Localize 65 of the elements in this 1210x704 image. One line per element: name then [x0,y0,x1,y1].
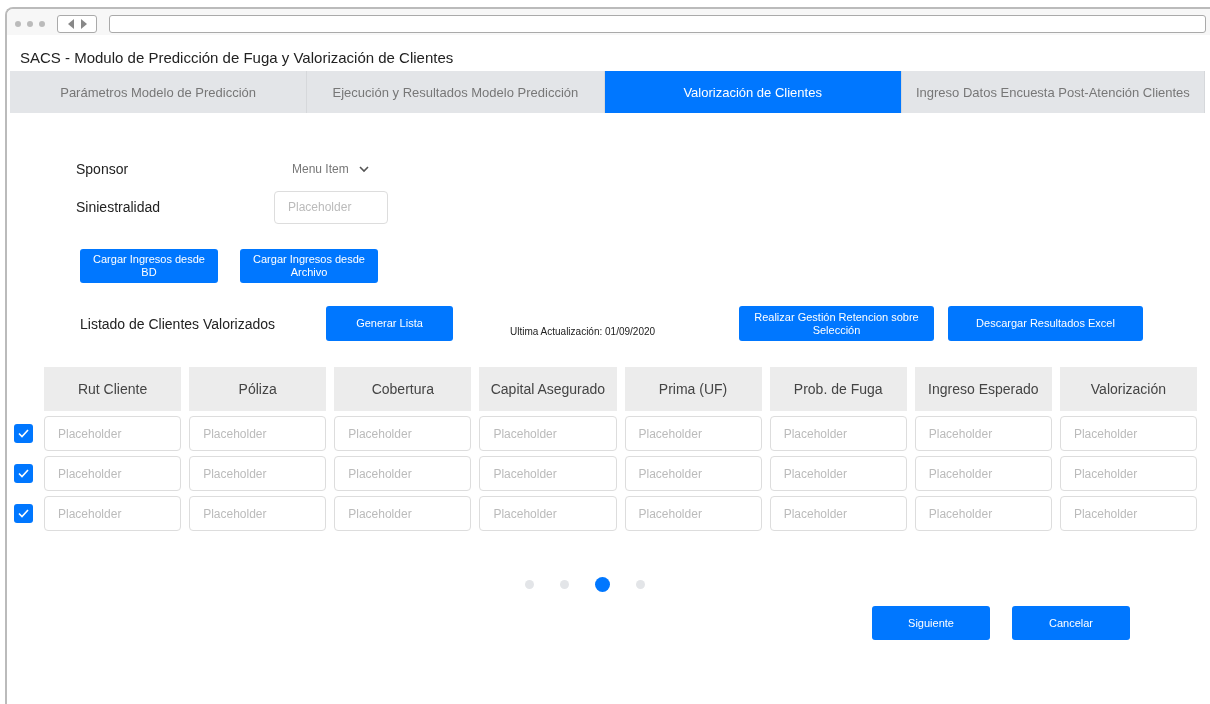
column-header: Póliza [189,367,327,411]
page-dot[interactable] [559,580,569,589]
action-button[interactable]: Realizar Gestión Retencion sobre Selección [739,306,934,341]
input-field[interactable]: Placeholder [914,496,1052,531]
window-dot-icon [15,21,21,27]
input-field[interactable]: Placeholder [624,456,762,491]
load-button[interactable]: Cargar Ingresos desde Archivo [240,249,378,283]
column-header: Prima (UF) [624,367,762,411]
input-field[interactable]: Placeholder [1059,496,1197,531]
input-field[interactable]: Placeholder [914,416,1052,451]
section-title: Listado de Clientes Valorizados [80,315,277,332]
field-label: Sponsor [76,161,130,177]
back-forward-button[interactable] [57,15,97,33]
input-field[interactable]: Placeholder [44,416,182,451]
column-header: Rut Cliente [44,367,182,411]
checkmark-icon [18,509,29,518]
checkbox[interactable] [14,424,33,443]
input-field[interactable]: Placeholder [914,456,1052,491]
action-button[interactable]: Descargar Resultados Excel [948,306,1143,341]
input-field[interactable]: Placeholder [769,416,907,451]
checkmark-icon [18,429,29,438]
input-field[interactable]: Placeholder [334,456,472,491]
column-header: Prob. de Fuga [769,367,907,411]
input-field[interactable]: Placeholder [274,190,388,224]
dropdown[interactable]: Menu Item [292,162,369,176]
input-field[interactable]: Placeholder [624,416,762,451]
column-header: Capital Asegurado [479,367,617,411]
input-field[interactable]: Placeholder [44,456,182,491]
input-field[interactable]: Placeholder [189,496,327,531]
last-update-text: Ultima Actualización: 01/09/2020 [510,325,657,337]
input-field[interactable]: Placeholder [189,416,327,451]
chevron-down-icon [358,165,369,173]
checkbox[interactable] [14,504,33,523]
footer-button[interactable]: Cancelar [1012,606,1130,640]
generate-button[interactable]: Generar Lista [326,306,453,341]
input-field[interactable]: Placeholder [44,496,182,531]
window-dot-icon [39,21,45,27]
input-field[interactable]: Placeholder [624,496,762,531]
left-triangle-icon[interactable] [67,19,74,29]
input-field[interactable]: Placeholder [479,456,617,491]
checkbox[interactable] [14,464,33,483]
window-title: SACS - Modulo de Predicción de Fuga y Valorización de Clientes [19,48,455,68]
field-label: Siniestralidad [76,199,162,215]
input-field[interactable]: Placeholder [479,496,617,531]
page-dot[interactable] [594,577,610,592]
address-field[interactable] [109,15,1206,33]
window-dot-icon [27,21,33,27]
checkmark-icon [18,469,29,478]
column-header: Ingreso Esperado [914,367,1052,411]
right-triangle-icon[interactable] [80,19,87,29]
input-field[interactable]: Placeholder [479,416,617,451]
input-field[interactable]: Placeholder [334,496,472,531]
tab[interactable]: Valorización de Clientes [604,71,902,113]
column-header: Valorización [1059,367,1197,411]
page-dot[interactable] [524,580,534,589]
input-field[interactable]: Placeholder [769,496,907,531]
footer-button[interactable]: Siguiente [872,606,990,640]
input-field[interactable]: Placeholder [769,456,907,491]
input-field[interactable]: Placeholder [189,456,327,491]
input-field[interactable]: Placeholder [1059,456,1197,491]
column-header: Cobertura [334,367,472,411]
page-dot[interactable] [635,580,645,589]
input-field[interactable]: Placeholder [334,416,472,451]
load-button[interactable]: Cargar Ingresos desde BD [80,249,218,283]
input-field[interactable]: Placeholder [1059,416,1197,451]
